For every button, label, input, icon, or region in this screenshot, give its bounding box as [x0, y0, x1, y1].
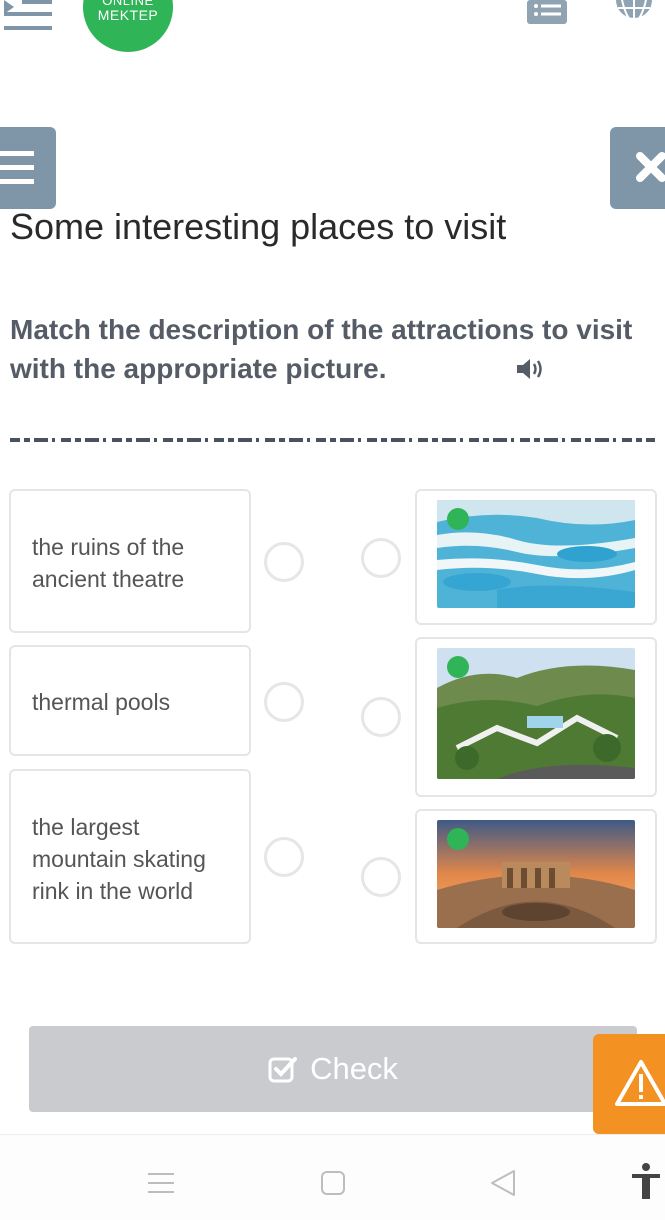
description-card[interactable]: the largest mountain skating rink in the…	[9, 769, 251, 944]
close-button[interactable]	[610, 127, 665, 209]
picture-card[interactable]	[415, 809, 657, 944]
close-icon	[636, 152, 665, 182]
report-problem-button[interactable]	[593, 1034, 665, 1134]
back-icon[interactable]	[490, 1169, 516, 1197]
left-match-radio[interactable]	[264, 682, 304, 722]
recent-apps-icon[interactable]	[148, 1171, 174, 1195]
mountain-skating-rink-photo	[437, 648, 635, 779]
logo-line2: MEKTEP	[97, 7, 159, 23]
task-list-icon[interactable]	[527, 0, 567, 24]
page-title: Some interesting places to visit	[10, 206, 507, 247]
picture-card[interactable]	[415, 489, 657, 625]
picture-card[interactable]	[415, 637, 657, 797]
sidebar-toggle-icon[interactable]	[4, 0, 54, 34]
online-mektep-logo[interactable]: ONLINE MEKTEP	[83, 0, 173, 52]
left-match-radio[interactable]	[264, 837, 304, 877]
description-card[interactable]: thermal pools	[9, 645, 251, 756]
check-button-label: Check	[310, 1051, 398, 1086]
left-match-radio[interactable]	[264, 542, 304, 582]
bilim-land-badge	[447, 508, 469, 530]
hamburger-icon	[0, 151, 34, 184]
description-card[interactable]: the ruins of the ancient theatre	[9, 489, 251, 633]
description-text: the largest mountain skating rink in the…	[32, 814, 206, 904]
checkbox-check-icon	[268, 1057, 298, 1083]
warning-icon	[615, 1060, 665, 1106]
check-button[interactable]: Check	[29, 1026, 637, 1112]
language-globe-icon[interactable]	[614, 0, 654, 26]
description-text: thermal pools	[32, 689, 171, 715]
description-text: the ruins of the ancient theatre	[32, 534, 185, 592]
task-instruction: Match the description of the attractions…	[10, 314, 633, 384]
divider	[10, 430, 655, 442]
ancient-theatre-ruins-photo	[437, 820, 635, 928]
bilim-land-badge	[447, 828, 469, 850]
accessibility-icon[interactable]	[630, 1163, 662, 1201]
task-menu-button[interactable]	[0, 127, 56, 209]
right-match-radio[interactable]	[361, 538, 401, 578]
right-match-radio[interactable]	[361, 857, 401, 897]
thermal-pools-photo	[437, 500, 635, 608]
home-icon[interactable]	[321, 1171, 345, 1195]
right-match-radio[interactable]	[361, 697, 401, 737]
speaker-icon[interactable]	[515, 356, 545, 382]
system-navigation-bar	[0, 1134, 665, 1220]
bilim-land-badge	[447, 656, 469, 678]
